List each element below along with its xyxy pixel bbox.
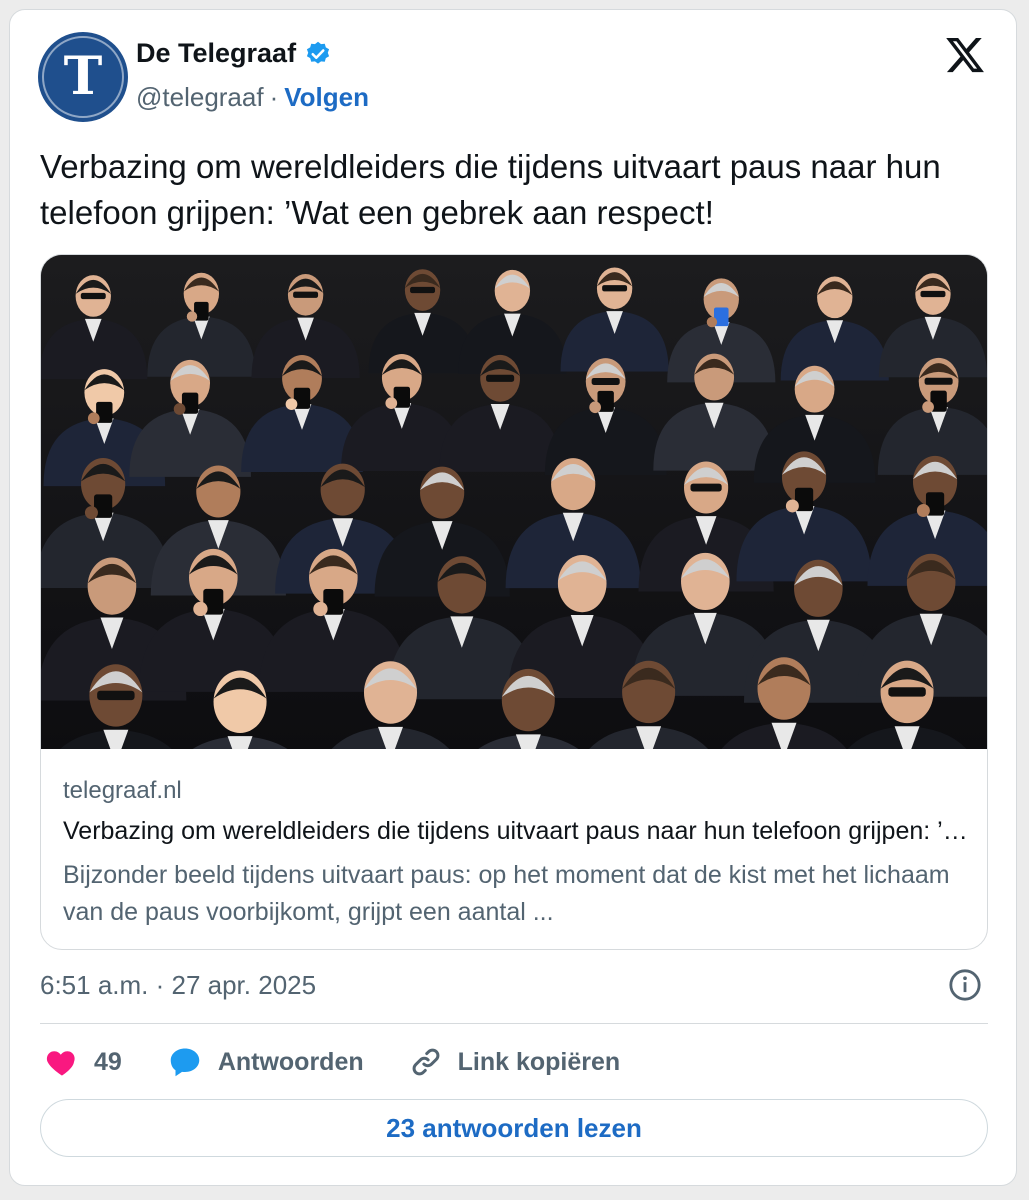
follow-button[interactable]: Volgen <box>284 82 369 113</box>
x-logo-icon[interactable] <box>944 34 986 76</box>
handle[interactable]: @telegraaf <box>136 82 264 113</box>
link-domain: telegraaf.nl <box>63 777 182 804</box>
like-button[interactable]: 49 <box>44 1044 122 1080</box>
article-photo <box>41 255 987 749</box>
link-preview-card[interactable]: telegraaf.nl Verbazing om wereldleiders … <box>40 254 988 950</box>
handle-row: @telegraaf · Volgen <box>136 82 369 113</box>
copy-link-label: Link kopiëren <box>457 1047 621 1076</box>
read-replies-button[interactable]: 23 antwoorden lezen <box>40 1099 988 1157</box>
avatar[interactable]: T <box>38 32 128 122</box>
tweet-text: Verbazing om wereldleiders die tijdens u… <box>40 148 941 231</box>
reply-button[interactable]: Antwoorden <box>166 1043 364 1081</box>
display-name[interactable]: De Telegraaf <box>136 38 296 69</box>
account-name-row: De Telegraaf <box>136 38 332 69</box>
link-description: Bijzonder beeld tijdens uitvaart paus: o… <box>63 861 950 926</box>
telegraaf-logo-icon: T <box>42 36 124 118</box>
crowd-photo-illustration <box>41 255 987 749</box>
link-icon <box>412 1048 440 1076</box>
tweet-embed-card: T De Telegraaf @telegraaf · Volgen Verba… <box>9 9 1017 1186</box>
info-icon[interactable] <box>948 968 982 1002</box>
divider <box>40 1023 988 1024</box>
link-title: Verbazing om wereldleiders die tijdens u… <box>63 817 973 845</box>
action-bar: 49 Antwoorden Link kopiëren <box>44 1040 664 1084</box>
like-count: 49 <box>94 1047 122 1076</box>
heart-icon <box>46 1051 75 1076</box>
reply-label: Antwoorden <box>217 1047 364 1076</box>
reply-bubble-icon <box>170 1048 200 1077</box>
avatar-glyph: T <box>64 46 103 107</box>
copy-link-button[interactable]: Link kopiëren <box>408 1044 621 1080</box>
timestamp[interactable]: 6:51 a.m. · 27 apr. 2025 <box>40 970 316 1001</box>
separator-dot: · <box>269 82 279 112</box>
verified-badge-icon <box>306 41 330 64</box>
